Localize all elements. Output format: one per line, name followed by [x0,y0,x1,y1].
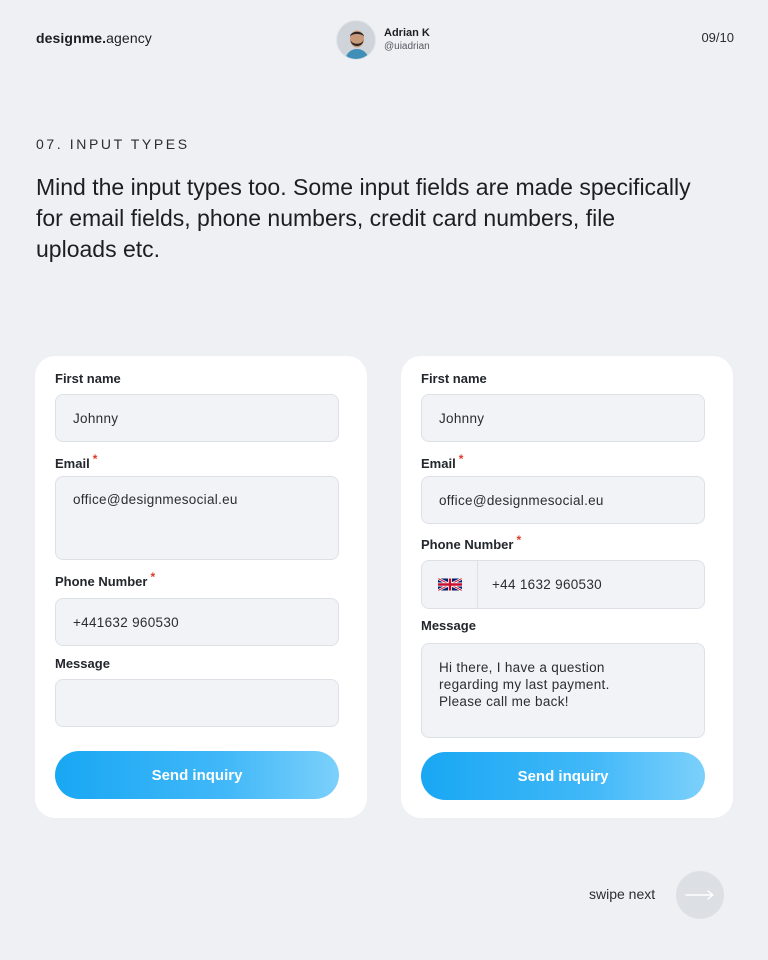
phone-label-text: Phone Number [55,574,148,589]
email-input[interactable]: office@designmesocial.eu [55,476,339,560]
avatar [336,20,376,60]
section-label: 07. INPUT TYPES [36,136,190,152]
country-selector[interactable] [422,561,478,608]
required-mark: * [150,570,156,584]
send-inquiry-button[interactable]: Send inquiry [55,751,339,799]
first-name-input[interactable]: Johnny [421,394,705,442]
email-input[interactable]: office@designmesocial.eu [421,476,705,524]
first-name-label: First name [55,371,121,386]
email-label: Email * [55,452,97,471]
swipe-next-label: swipe next [589,886,656,902]
phone-label-text: Phone Number [421,537,514,552]
required-mark: * [516,533,522,547]
message-input[interactable] [55,679,339,727]
send-inquiry-button[interactable]: Send inquiry [421,752,705,800]
message-textarea[interactable]: Hi there, I have a question regarding my… [421,643,705,738]
phone-value: +44 1632 960530 [492,577,602,592]
brand-logo: designme.agency [36,30,152,46]
phone-input[interactable]: +441632 960530 [55,598,339,646]
author-name: Adrian K [384,27,430,39]
author-badge: Adrian K @uiadrian [336,20,430,60]
required-mark: * [92,452,98,466]
message-label: Message [421,618,476,633]
arrow-right-icon [685,890,714,900]
phone-input[interactable]: +44 1632 960530 [421,560,705,609]
form-card-bad-example: First name Johnny Email * office@designme… [35,356,367,818]
author-handle: @uiadrian [384,41,430,52]
uk-flag-icon [437,578,462,591]
next-slide-button[interactable] [676,871,724,919]
email-label-text: Email [421,456,456,471]
first-name-input[interactable]: Johnny [55,394,339,442]
message-label: Message [55,656,110,671]
email-label: Email * [421,452,463,471]
first-name-label: First name [421,371,487,386]
brand-suffix: agency [106,30,152,46]
brand-name: designme. [36,30,107,46]
email-label-text: Email [55,456,90,471]
headline: Mind the input types too. Some input fie… [36,174,691,262]
phone-label: Phone Number * [55,570,155,589]
required-mark: * [458,452,464,466]
phone-label: Phone Number * [421,533,521,552]
page-indicator: 09/10 [701,30,734,45]
form-card-good-example: First name Johnny Email * office@designme… [401,356,733,818]
